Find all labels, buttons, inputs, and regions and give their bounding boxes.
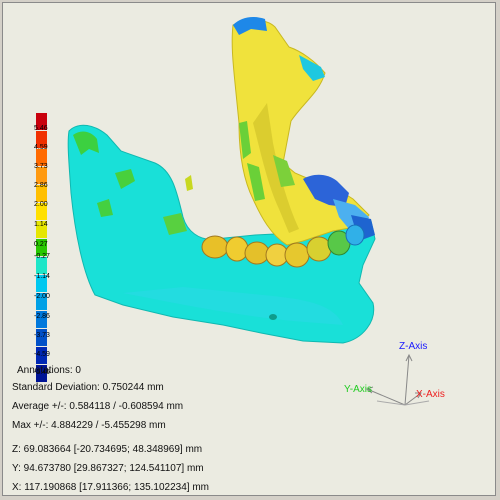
average-deviation: Average +/-: 0.584118 / -0.608594 mm <box>12 401 184 412</box>
scale-tick: 3.73 <box>34 163 48 170</box>
scale-tick: 0.27 <box>34 241 48 248</box>
z-axis-label: Z-Axis <box>399 341 428 352</box>
scale-tick: -0.27 <box>34 253 50 260</box>
axis-triad <box>365 353 430 406</box>
y-extent: Y: 94.673780 [29.867327; 124.541107] mm <box>12 463 204 474</box>
scale-tick: 2.86 <box>34 182 48 189</box>
max-deviation: Max +/-: 4.884229 / -5.455298 mm <box>12 420 166 431</box>
standard-deviation: Standard Deviation: 0.750244 mm <box>12 382 164 393</box>
annotations-count: Annotations: 0 <box>17 365 81 376</box>
3d-viewport[interactable]: 5.46 4.59 3.73 2.86 2.00 1.14 0.27 -0.27… <box>2 2 496 496</box>
scale-tick: 4.59 <box>34 144 48 151</box>
scale-tick: 2.00 <box>34 201 48 208</box>
scale-tick: -3.73 <box>34 332 50 339</box>
scale-tick: -1.14 <box>34 273 50 280</box>
scale-tick: -4.59 <box>34 351 50 358</box>
deviation-color-scale: 5.46 4.59 3.73 2.86 2.00 1.14 0.27 -0.27… <box>31 113 57 393</box>
scale-tick: 5.46 <box>34 125 48 132</box>
y-axis-label: Y-Axis <box>344 384 372 395</box>
scale-tick: 1.14 <box>34 221 48 228</box>
scale-tick: -2.86 <box>34 313 50 320</box>
x-extent: X: 117.190868 [17.911366; 135.102234] mm <box>12 482 210 493</box>
x-axis-label: X-Axis <box>416 389 445 400</box>
z-extent: Z: 69.083664 [-20.734695; 48.348969] mm <box>12 444 203 455</box>
scale-tick: -2.00 <box>34 293 50 300</box>
